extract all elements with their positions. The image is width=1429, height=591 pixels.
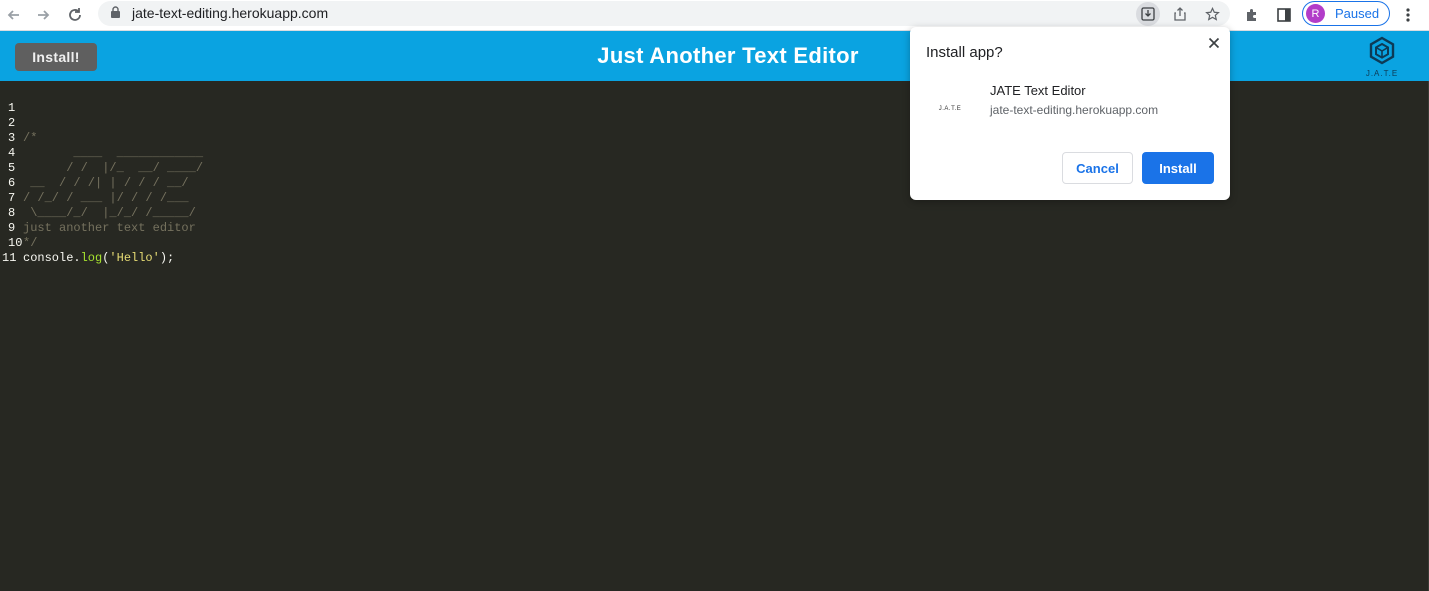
avatar: R [1306, 4, 1325, 23]
editor-line: 7 \____/_/ |_/_/ /_____/ [0, 176, 196, 220]
app-origin: jate-text-editing.herokuapp.com [990, 103, 1159, 117]
url-text: jate-text-editing.herokuapp.com [132, 5, 329, 21]
editor-line: 2 /* [0, 101, 37, 145]
line-text: \____/_/ |_/_/ /_____/ [23, 206, 196, 220]
editor-line: 3 ____ ____________ [0, 116, 203, 160]
line-text: / /_/ / ___ |/ / / /___ [23, 191, 189, 205]
app-name: JATE Text Editor [990, 83, 1086, 98]
line-text: ____ ____________ [23, 146, 204, 160]
app-icon: J.A.T.E [938, 106, 962, 112]
editor-line: 9 */ [0, 206, 37, 250]
line-text: __ / / /| | / / / __/ [23, 176, 189, 190]
cancel-button[interactable]: Cancel [1062, 152, 1133, 184]
line-text: / / |/_ __/ ____/ [23, 161, 204, 175]
profile-status: Paused [1335, 6, 1380, 21]
close-icon[interactable] [1204, 33, 1224, 53]
lock-icon [110, 6, 121, 24]
code-method: log [80, 251, 103, 265]
line-text: console.log('Hello'); [23, 251, 174, 266]
jate-logo: J.A.T.E [1360, 35, 1404, 81]
logo-text: J.A.T.E [1365, 69, 1399, 78]
editor-line: 10 console.log('Hello'); [0, 221, 174, 265]
reload-icon[interactable] [63, 3, 87, 27]
editor-line: 6 / /_/ / ___ |/ / / /___ [0, 161, 189, 205]
line-number: 11 [2, 251, 17, 265]
install-app-icon[interactable] [1136, 2, 1160, 26]
side-panel-icon[interactable] [1272, 3, 1296, 27]
address-bar[interactable]: jate-text-editing.herokuapp.com [98, 1, 1230, 26]
code-string: 'Hello' [109, 251, 160, 265]
editor-line: 8 just another text editor [0, 191, 196, 235]
install-confirm-button[interactable]: Install [1142, 152, 1214, 184]
bookmark-star-icon[interactable] [1200, 2, 1224, 26]
install-app-dialog: Install app? J.A.T.E JATE Text Editor ja… [910, 27, 1230, 200]
extensions-puzzle-icon[interactable] [1240, 3, 1264, 27]
code-paren-close: ); [159, 251, 175, 265]
editor-line: 4 / / |/_ __/ ____/ [0, 131, 203, 175]
editor-line: 5 __ / / /| | / / / __/ [0, 146, 189, 190]
line-text: just another text editor [23, 221, 196, 235]
forward-arrow-icon[interactable] [31, 3, 55, 27]
kebab-menu-icon[interactable] [1396, 3, 1420, 27]
dialog-title: Install app? [926, 44, 1003, 61]
editor-line: 11 [0, 236, 29, 265]
editor-line: 1 [0, 86, 29, 115]
share-icon[interactable] [1168, 2, 1192, 26]
code-object: console. [23, 251, 81, 265]
logo-hexagon-icon [1369, 36, 1395, 65]
back-arrow-icon[interactable] [2, 3, 26, 27]
profile-button[interactable]: R Paused [1302, 1, 1390, 26]
